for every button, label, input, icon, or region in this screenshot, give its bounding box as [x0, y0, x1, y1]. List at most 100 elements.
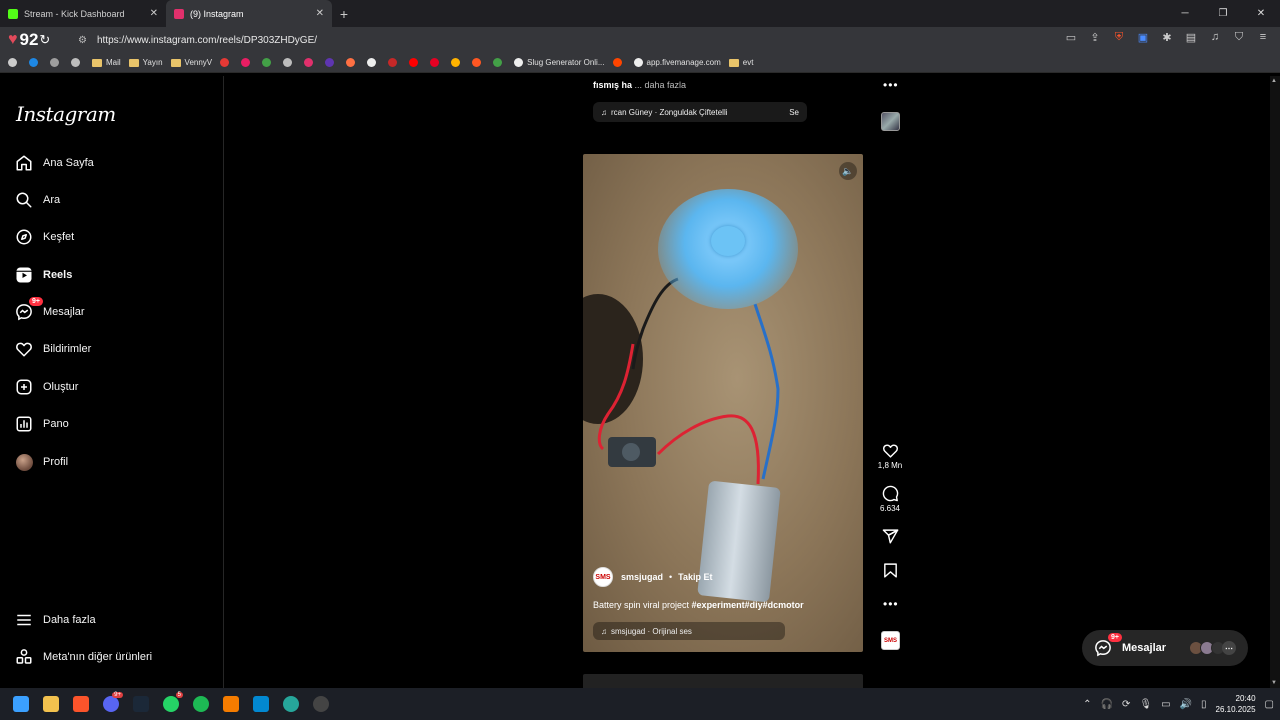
caption-hashtags[interactable]: #experiment#diy#dcmotor: [692, 600, 804, 610]
bookmark-item[interactable]: [451, 58, 464, 67]
bookmark-icon[interactable]: [882, 562, 899, 579]
taskbar-app[interactable]: [276, 688, 306, 720]
author-name[interactable]: smsjugad: [621, 572, 663, 582]
bookmark-item[interactable]: [71, 58, 84, 67]
bookmark-item[interactable]: [612, 58, 626, 67]
bookmark-item[interactable]: evt: [728, 58, 753, 67]
bookmark-item[interactable]: [493, 58, 506, 67]
sidebar-item-dashboard[interactable]: Pano: [15, 415, 69, 433]
next-reel-preview[interactable]: [583, 674, 863, 688]
tab-instagram[interactable]: (9) Instagram ✕: [166, 0, 332, 27]
comment-action[interactable]: 6.634: [876, 485, 904, 513]
bookmark-item[interactable]: [472, 58, 485, 67]
close-window-icon[interactable]: ✕: [1242, 0, 1280, 27]
sidebar-item-explore[interactable]: Keşfet: [15, 228, 74, 246]
bookmark-item[interactable]: [304, 58, 317, 67]
music-icon[interactable]: ♫: [1208, 31, 1222, 44]
bookmark-item[interactable]: [283, 58, 296, 67]
bookmark-item[interactable]: Mail: [92, 58, 121, 67]
like-action[interactable]: 1,8 Mn: [876, 442, 904, 470]
more-link[interactable]: ... daha fazla: [635, 80, 687, 90]
taskbar-app[interactable]: [216, 688, 246, 720]
sidebar-item-notifications[interactable]: Bildirimler: [15, 340, 91, 358]
bookmark-item[interactable]: [8, 58, 21, 67]
taskbar-app[interactable]: [126, 688, 156, 720]
reel-audio[interactable]: ♫ smsjugad · Orijinal ses: [593, 622, 785, 640]
bookmark-item[interactable]: Yayın: [128, 58, 163, 67]
sync-icon[interactable]: ⟳: [1122, 699, 1130, 710]
bookmark-item[interactable]: Slug Generator Onli...: [514, 58, 605, 67]
bookmark-item[interactable]: [409, 58, 422, 67]
messages-floating-button[interactable]: 9+ Mesajlar ⋯: [1082, 630, 1248, 666]
taskbar-app[interactable]: [66, 688, 96, 720]
sidebar-item-create[interactable]: Oluştur: [15, 378, 78, 396]
bookmark-item[interactable]: [241, 58, 254, 67]
bookmark-item[interactable]: [367, 58, 380, 67]
menu-icon[interactable]: ≡: [1256, 31, 1270, 44]
scroll-down-icon[interactable]: ▼: [1271, 680, 1277, 686]
clock[interactable]: 20:40 26.10.2025: [1216, 693, 1256, 715]
save-action[interactable]: [876, 562, 904, 579]
taskbar-app[interactable]: [36, 688, 66, 720]
sidebar-item-search[interactable]: Ara: [15, 191, 60, 209]
extensions-icon[interactable]: ✱: [1160, 31, 1174, 44]
address-bar[interactable]: ⚙ https://www.instagram.com/reels/DP303Z…: [70, 30, 1140, 50]
taskbar-app[interactable]: [186, 688, 216, 720]
heart-icon[interactable]: [882, 442, 899, 459]
brave-shields-counter[interactable]: ♥ 92 ↻: [8, 30, 50, 50]
headset-icon[interactable]: 🎧: [1101, 699, 1113, 710]
instagram-logo[interactable]: Instagram: [16, 102, 116, 126]
volume-icon[interactable]: 🔊: [1180, 699, 1192, 710]
vpn-icon[interactable]: ⛉: [1232, 31, 1246, 44]
prev-audio-thumbnail[interactable]: [881, 112, 900, 131]
sidebar-item-meta-products[interactable]: Meta'nın diğer ürünleri: [15, 648, 152, 666]
notification-icon[interactable]: ▢: [1265, 699, 1274, 710]
bookmark-item[interactable]: [346, 58, 359, 67]
bookmark-item[interactable]: [29, 58, 42, 67]
share-icon[interactable]: ⇪: [1088, 31, 1102, 44]
bookmark-item[interactable]: [325, 58, 338, 67]
audio-thumbnail[interactable]: SMS: [881, 631, 900, 650]
new-tab-button[interactable]: +: [332, 0, 356, 27]
minimize-icon[interactable]: ─: [1166, 0, 1204, 27]
bookmark-item[interactable]: [430, 58, 443, 67]
reel-video[interactable]: 🔈 SMS smsjugad • Takip Et Battery spin v…: [583, 154, 863, 652]
taskbar-app[interactable]: 5: [156, 688, 186, 720]
taskbar-app[interactable]: [6, 688, 36, 720]
comment-icon[interactable]: [882, 485, 899, 502]
bookmark-item[interactable]: VennyV: [170, 58, 212, 67]
sidebar-item-profile[interactable]: Profil: [15, 453, 68, 471]
prev-more-options-icon[interactable]: •••: [883, 78, 899, 92]
send-icon[interactable]: [882, 528, 899, 545]
share-action[interactable]: [876, 528, 904, 545]
sidebar-item-more[interactable]: Daha fazla: [15, 611, 96, 629]
sidebar-item-messages[interactable]: 9+ Mesajlar: [15, 297, 85, 321]
network-icon[interactable]: ▭: [1161, 699, 1170, 710]
taskbar-app[interactable]: 9+: [96, 688, 126, 720]
restore-icon[interactable]: ❐: [1204, 0, 1242, 27]
follow-button[interactable]: Takip Et: [678, 572, 712, 582]
brave-shield-icon[interactable]: ⛨: [1112, 31, 1126, 44]
taskbar-app[interactable]: [306, 688, 336, 720]
page-scrollbar[interactable]: ▲ ▼: [1270, 76, 1280, 688]
prev-reel-audio[interactable]: ♫ rcan Güney · Zonguldak Çiftetelli Se: [593, 102, 807, 122]
site-info-icon[interactable]: ⚙: [78, 35, 87, 46]
more-options-icon[interactable]: •••: [883, 597, 899, 611]
bookmark-item[interactable]: [262, 58, 275, 67]
tab-close-icon[interactable]: ✕: [316, 8, 324, 19]
sidebar-item-home[interactable]: Ana Sayfa: [15, 154, 94, 172]
avatar[interactable]: SMS: [593, 567, 613, 587]
bookmark-item[interactable]: [50, 58, 63, 67]
tab-kick-dashboard[interactable]: Stream - Kick Dashboard ✕: [0, 0, 166, 27]
volume-icon[interactable]: 🔈: [839, 162, 857, 180]
chevron-up-icon[interactable]: ⌃: [1083, 699, 1091, 710]
microphone-icon[interactable]: 🎙: [1139, 699, 1152, 710]
cast-icon[interactable]: ▭: [1064, 31, 1078, 44]
scroll-up-icon[interactable]: ▲: [1271, 78, 1277, 84]
wallet-icon[interactable]: ▣: [1136, 31, 1150, 44]
bookmark-item[interactable]: app.fivemanage.com: [633, 58, 721, 67]
sidebar-item-reels[interactable]: Reels: [15, 266, 72, 284]
bookmark-item[interactable]: [388, 58, 401, 67]
tab-close-icon[interactable]: ✕: [150, 8, 158, 19]
sidebar-icon[interactable]: ▤: [1184, 31, 1198, 44]
